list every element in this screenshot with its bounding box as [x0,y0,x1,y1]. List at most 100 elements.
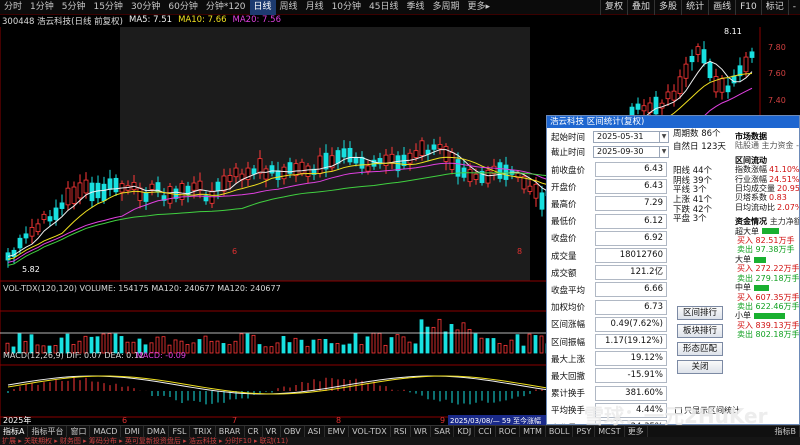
menu-item[interactable]: 复权 [600,0,627,15]
indicator-tab[interactable]: EMV [325,426,350,437]
period-tab[interactable]: 30分钟 [127,0,164,15]
indicator-tab[interactable]: VOL-TDX [349,426,391,437]
menu-item[interactable]: 叠加 [627,0,654,15]
candle-body [335,150,341,164]
indicator-tab[interactable]: 指标平台 [28,426,68,437]
volume-bar [191,342,196,354]
period-tab[interactable]: 更多▸ [464,0,495,15]
menu-item[interactable]: 统计 [681,0,708,15]
candle-body [725,85,731,93]
indicator-tab[interactable]: 窗口 [67,426,91,437]
indicator-tab[interactable]: BRAR [216,426,245,437]
stat-value: 381.60% [595,385,667,401]
axis-label-740: 7.40 [768,96,786,105]
candle-body [695,46,701,55]
stat-row: 收盘价 6.92 [551,230,673,247]
period-tab[interactable]: 多周期 [429,0,464,15]
fund-net-bar [754,313,785,320]
dropdown-arrow-icon[interactable]: ▼ [659,146,668,157]
candle-body [635,103,641,110]
candle-body [707,62,713,79]
period-tab[interactable]: 60分钟 [164,0,201,15]
period-tab[interactable]: 日线 [249,0,276,15]
candle-body [269,165,275,174]
menu-item[interactable]: F10 [735,0,761,15]
indicator-tab[interactable]: VR [263,426,281,437]
stat-label: 成交量 [551,251,577,262]
volume-bar [293,337,298,354]
menu-item[interactable]: 画线 [708,0,735,15]
indicator-tab[interactable]: WR [411,426,432,437]
axis-label-780: 7.80 [768,43,786,52]
period-tab[interactable]: 月线 [302,0,328,15]
main-funds-label: 主力资金 -- [761,141,800,151]
flow-list: 指数涨幅41.10%行业涨幅24.51%日均成交量20.95万贝塔系数0.83日… [735,165,799,212]
period-tab[interactable]: 10分钟 [328,0,365,15]
stat-row: 最大上涨 19.12% [551,350,673,367]
pattern-match-button[interactable]: 形态匹配 [677,342,723,356]
indicator-b-tab[interactable]: 指标B [772,426,800,437]
period-tab[interactable]: 季线 [402,0,428,15]
candle-body [341,148,347,158]
indicator-tab[interactable]: OBV [281,426,305,437]
candle-body [641,105,647,112]
volume-bar [209,340,214,354]
period-tab[interactable]: 分钟*120 [202,0,250,15]
indicator-tab[interactable]: CR [245,426,263,437]
timeline-month-7: 7 [232,416,237,425]
indicator-tab[interactable]: KDJ [454,426,476,437]
period-tab[interactable]: 周线 [276,0,302,15]
candle-body [167,186,173,204]
stat-row: 区间振幅 1.17(19.12%) [551,333,673,350]
dropdown-arrow-icon[interactable]: ▼ [659,131,668,142]
stat-value: 6.43 [595,162,667,177]
candle-body [65,187,71,206]
indicator-tab[interactable]: CCI [475,426,496,437]
start-date-picker[interactable]: 2025-05-31 ▼ [593,130,669,143]
stat-row: 成交额 121.2亿 [551,264,673,281]
menu-item[interactable]: 标记 [760,0,788,15]
indicator-tab[interactable]: SAR [431,426,455,437]
indicator-tab[interactable]: MACD [90,426,122,437]
period-tab[interactable]: 15分钟 [89,0,126,15]
volume-bar [317,338,322,354]
flow-label: 日均流动比 [735,202,775,212]
candle-body [317,155,323,174]
sector-ranking-button[interactable]: 板块排行 [677,324,723,338]
indicator-tab[interactable]: RSI [391,426,411,437]
menu-item[interactable]: 多股 [654,0,681,15]
candle-body [257,158,263,174]
volume-bar [299,339,304,354]
end-date-picker[interactable]: 2025-09-30 ▼ [593,145,669,158]
volume-bar [257,344,262,354]
stat-value: 1.17(19.12%) [595,334,667,349]
candle-body [221,175,227,192]
volume-bar [509,339,514,354]
fund-sell: 卖出 279.18万手 [737,273,800,283]
indicator-tab[interactable]: FSL [169,426,191,437]
indicator-tab[interactable]: 指标A [0,426,29,437]
indicator-tab[interactable]: ROC [496,426,521,437]
menu-item[interactable]: - [787,0,800,15]
indicator-tab[interactable]: DMI [121,426,144,437]
ma20-readout: MA20: 7.56 [232,15,281,25]
candle-body [197,180,203,191]
indicator-tab[interactable]: ASI [305,426,325,437]
period-tab[interactable]: 5分钟 [58,0,90,15]
indicator-tab[interactable]: DMA [144,426,170,437]
volume-bar [449,324,454,354]
period-tab[interactable]: 1分钟 [26,0,58,15]
stat-row: 前收盘价 6.43 [551,161,673,178]
period-tab[interactable]: 分时 [0,0,26,15]
volume-bar [227,344,232,354]
volume-bar [281,336,286,354]
volume-bar [425,326,430,354]
indicator-tab[interactable]: MTM [520,426,546,437]
stat-row: 区间涨幅 0.49(7.62%) [551,316,673,333]
candle-body [23,233,29,239]
close-button[interactable]: 关闭 [677,360,723,374]
range-ranking-button[interactable]: 区间排行 [677,306,723,320]
indicator-tab[interactable]: BOLL [546,426,574,437]
period-tab[interactable]: 45日线 [365,0,402,15]
indicator-tab[interactable]: TRIX [190,426,216,437]
